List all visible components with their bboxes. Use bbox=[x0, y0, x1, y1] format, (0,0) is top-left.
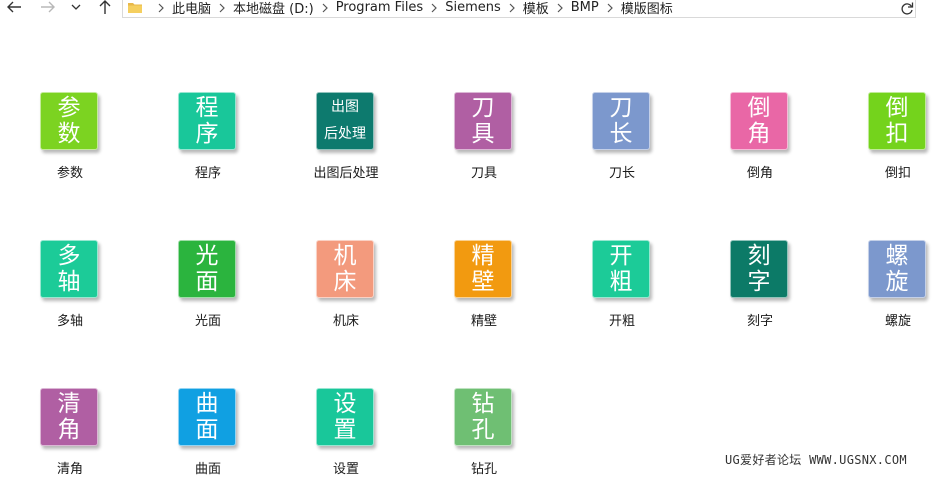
file-item[interactable]: 倒扣倒扣 bbox=[838, 92, 938, 202]
file-thumbnail[interactable]: 刀具 bbox=[454, 92, 512, 150]
file-thumbnail[interactable]: 倒扣 bbox=[868, 92, 926, 150]
watermark: UG爱好者论坛 WWW.UGSNX.COM bbox=[725, 453, 907, 467]
thumbnail-label: 设 bbox=[333, 391, 357, 417]
file-name[interactable]: 刀具 bbox=[424, 162, 544, 181]
file-item[interactable]: 多轴多轴 bbox=[10, 240, 130, 350]
file-item[interactable]: 钻孔钻孔 bbox=[424, 388, 544, 498]
thumbnail-label: 长 bbox=[609, 121, 633, 147]
thumbnail-label: 刀 bbox=[609, 95, 633, 121]
file-thumbnail[interactable]: 曲面 bbox=[178, 388, 236, 446]
thumbnail-label: 面 bbox=[195, 269, 219, 295]
thumbnail-label: 字 bbox=[747, 269, 771, 295]
file-thumbnail[interactable]: 出图 后处理 bbox=[316, 92, 374, 150]
file-name[interactable]: 螺旋 bbox=[838, 310, 938, 329]
thumbnail-label: 粗 bbox=[609, 269, 633, 295]
file-name[interactable]: 参数 bbox=[10, 162, 130, 181]
thumbnail-label: 孔 bbox=[471, 417, 495, 443]
thumbnail-label: 光 bbox=[195, 243, 219, 269]
thumbnail-label: 面 bbox=[195, 417, 219, 443]
thumbnail-label: 曲 bbox=[195, 391, 219, 417]
thumbnail-label: 倒 bbox=[747, 95, 771, 121]
file-item[interactable]: 精壁精壁 bbox=[424, 240, 544, 350]
file-name[interactable]: 刻字 bbox=[700, 310, 820, 329]
thumbnail-label: 序 bbox=[195, 121, 219, 147]
file-name[interactable]: 机床 bbox=[286, 310, 406, 329]
thumbnail-label: 具 bbox=[471, 121, 495, 147]
file-name[interactable]: 设置 bbox=[286, 458, 406, 477]
thumbnail-label: 参 bbox=[57, 95, 81, 121]
thumbnail-label: 旋 bbox=[885, 269, 909, 295]
thumbnail-label: 数 bbox=[57, 121, 81, 147]
file-thumbnail[interactable]: 钻孔 bbox=[454, 388, 512, 446]
thumbnail-label: 开 bbox=[609, 243, 633, 269]
file-item[interactable]: 清角清角 bbox=[10, 388, 130, 498]
thumbnail-label: 角 bbox=[57, 417, 81, 443]
thumbnail-label: 精 bbox=[471, 243, 495, 269]
thumbnail-label: 床 bbox=[333, 269, 357, 295]
file-thumbnail[interactable]: 光面 bbox=[178, 240, 236, 298]
file-item[interactable]: 设置设置 bbox=[286, 388, 406, 498]
file-name[interactable]: 倒角 bbox=[700, 162, 820, 181]
file-name[interactable]: 清角 bbox=[10, 458, 130, 477]
file-grid: 参数参数程序程序 出图 后处理 出图后处理刀具刀具刀长刀长倒角倒角倒扣倒扣多轴多轴光面… bbox=[0, 0, 938, 477]
thumbnail-label: 后处理 bbox=[324, 126, 366, 142]
file-thumbnail[interactable]: 机床 bbox=[316, 240, 374, 298]
thumbnail-label: 程 bbox=[195, 95, 219, 121]
file-item[interactable]: 刀具刀具 bbox=[424, 92, 544, 202]
file-thumbnail[interactable]: 参数 bbox=[40, 92, 98, 150]
file-thumbnail[interactable]: 刻字 bbox=[730, 240, 788, 298]
thumbnail-label: 出图 bbox=[331, 99, 359, 115]
file-thumbnail[interactable]: 程序 bbox=[178, 92, 236, 150]
thumbnail-label: 轴 bbox=[57, 269, 81, 295]
file-item[interactable]: 机床机床 bbox=[286, 240, 406, 350]
file-name[interactable]: 程序 bbox=[148, 162, 268, 181]
file-name[interactable]: 曲面 bbox=[148, 458, 268, 477]
file-item[interactable]: 出图 后处理 出图后处理 bbox=[286, 92, 406, 202]
thumbnail-label: 机 bbox=[333, 243, 357, 269]
file-thumbnail[interactable]: 螺旋 bbox=[868, 240, 926, 298]
file-thumbnail[interactable]: 设置 bbox=[316, 388, 374, 446]
file-name[interactable]: 出图后处理 bbox=[286, 162, 406, 181]
thumbnail-label: 多 bbox=[57, 243, 81, 269]
file-item[interactable]: 参数参数 bbox=[10, 92, 130, 202]
thumbnail-label: 刻 bbox=[747, 243, 771, 269]
thumbnail-label: 钻 bbox=[471, 391, 495, 417]
file-item[interactable]: 曲面曲面 bbox=[148, 388, 268, 498]
file-name[interactable]: 刀长 bbox=[562, 162, 682, 181]
file-name[interactable]: 开粗 bbox=[562, 310, 682, 329]
file-name[interactable]: 钻孔 bbox=[424, 458, 544, 477]
thumbnail-label: 扣 bbox=[885, 121, 909, 147]
file-item[interactable]: 刀长刀长 bbox=[562, 92, 682, 202]
thumbnail-label: 角 bbox=[747, 121, 771, 147]
file-thumbnail[interactable]: 刀长 bbox=[592, 92, 650, 150]
thumbnail-label: 倒 bbox=[885, 95, 909, 121]
file-item[interactable]: 光面光面 bbox=[148, 240, 268, 350]
file-name[interactable]: 倒扣 bbox=[838, 162, 938, 181]
thumbnail-label: 清 bbox=[57, 391, 81, 417]
file-item[interactable]: 倒角倒角 bbox=[700, 92, 820, 202]
file-item[interactable]: 刻字刻字 bbox=[700, 240, 820, 350]
thumbnail-label: 刀 bbox=[471, 95, 495, 121]
thumbnail-label: 置 bbox=[333, 417, 357, 443]
file-thumbnail[interactable]: 倒角 bbox=[730, 92, 788, 150]
file-thumbnail[interactable]: 开粗 bbox=[592, 240, 650, 298]
file-item[interactable]: 程序程序 bbox=[148, 92, 268, 202]
file-name[interactable]: 精壁 bbox=[424, 310, 544, 329]
file-thumbnail[interactable]: 精壁 bbox=[454, 240, 512, 298]
file-name[interactable]: 多轴 bbox=[10, 310, 130, 329]
file-item[interactable]: 开粗开粗 bbox=[562, 240, 682, 350]
file-thumbnail[interactable]: 清角 bbox=[40, 388, 98, 446]
file-item[interactable]: 螺旋螺旋 bbox=[838, 240, 938, 350]
file-thumbnail[interactable]: 多轴 bbox=[40, 240, 98, 298]
thumbnail-label: 螺 bbox=[885, 243, 909, 269]
file-name[interactable]: 光面 bbox=[148, 310, 268, 329]
thumbnail-label: 壁 bbox=[471, 269, 495, 295]
